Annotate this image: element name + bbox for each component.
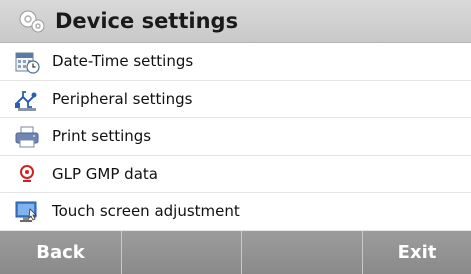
back-button[interactable]: Back — [0, 231, 122, 274]
menu-item-date-time-settings[interactable]: Date-Time settings — [0, 43, 471, 81]
gears-icon — [17, 7, 47, 35]
menu-item-label: Peripheral settings — [52, 89, 193, 108]
calendar-clock-icon — [14, 50, 40, 74]
menu-item-label: Print settings — [52, 127, 152, 145]
device-settings-screen: Device settings Date-Time settings Perip… — [0, 0, 471, 274]
glp-badge-icon — [14, 163, 40, 187]
header-bar: Device settings — [0, 0, 471, 43]
settings-menu: Date-Time settings Peripheral settings P… — [0, 43, 471, 231]
menu-item-label: GLP GMP data — [52, 164, 158, 183]
footer-empty-slot — [122, 231, 242, 274]
exit-button[interactable]: Exit — [363, 231, 471, 274]
footer-bar: Back Exit — [0, 231, 471, 274]
menu-item-peripheral-settings[interactable]: Peripheral settings — [0, 80, 471, 118]
usb-icon — [14, 88, 40, 112]
printer-icon — [14, 125, 40, 149]
menu-item-glp-gmp-data[interactable]: GLP GMP data — [0, 155, 471, 193]
touch-monitor-icon — [14, 200, 40, 224]
menu-item-label: Touch screen adjustment — [52, 202, 240, 220]
menu-item-label: Date-Time settings — [52, 52, 194, 70]
footer-empty-slot — [242, 231, 363, 274]
menu-item-touch-screen-adjustment[interactable]: Touch screen adjustment — [0, 193, 471, 231]
menu-item-print-settings[interactable]: Print settings — [0, 118, 471, 156]
page-title: Device settings — [55, 9, 239, 33]
